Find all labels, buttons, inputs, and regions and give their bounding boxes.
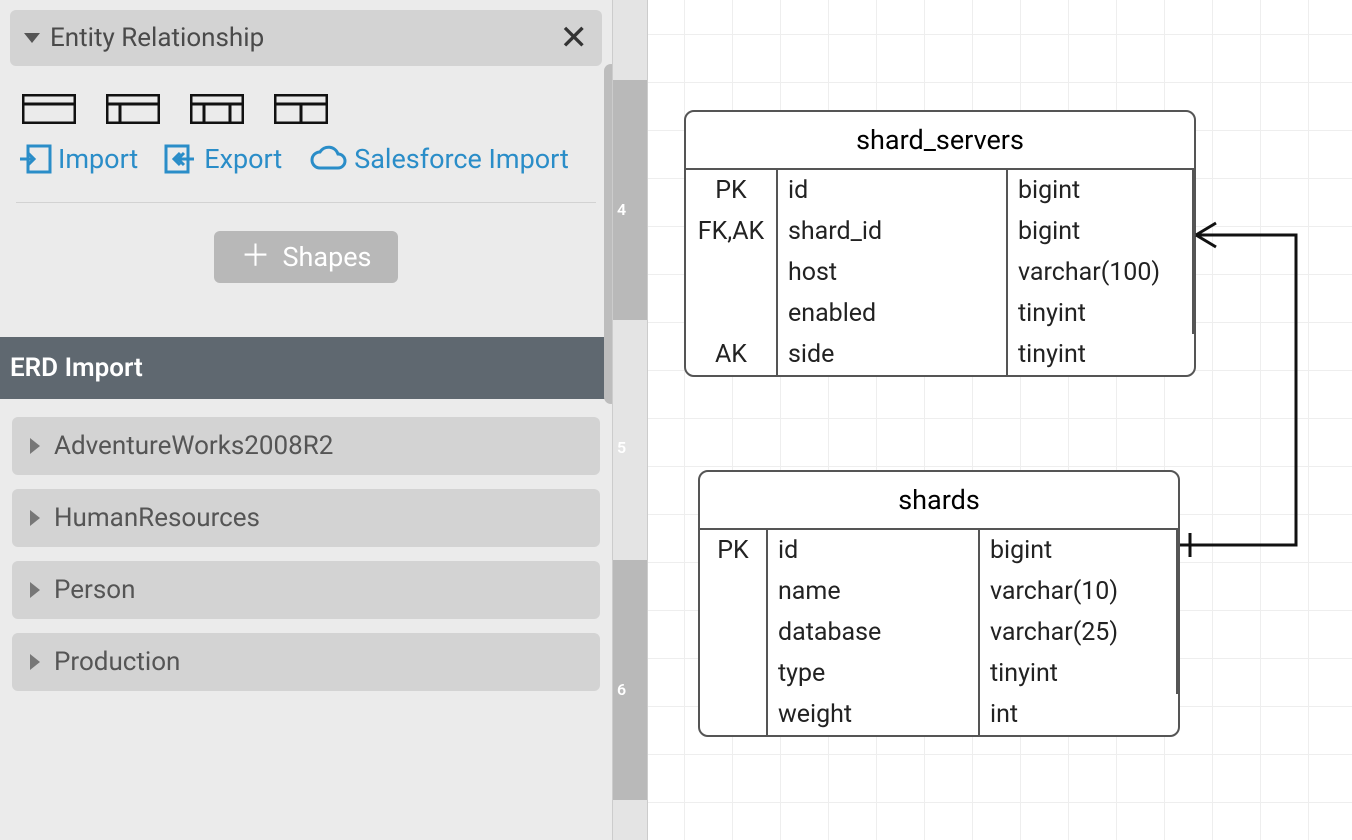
- tree-label: Production: [54, 647, 180, 677]
- tree-label: AdventureWorks2008R2: [54, 431, 333, 461]
- col-cell: name: [768, 571, 980, 612]
- cloud-icon: [308, 144, 348, 174]
- import-button[interactable]: Import: [18, 142, 138, 176]
- panel-title: Entity Relationship: [50, 23, 560, 53]
- import-icon: [18, 142, 52, 176]
- ruler-tick: 6: [617, 680, 626, 699]
- tree-label: HumanResources: [54, 503, 260, 533]
- close-icon[interactable]: ✕: [560, 21, 589, 55]
- key-cell: [686, 252, 778, 293]
- type-cell: tinyint: [1008, 293, 1194, 334]
- tree-item[interactable]: Production: [12, 633, 600, 691]
- relationship-connector: [1176, 220, 1316, 560]
- tree-item[interactable]: AdventureWorks2008R2: [12, 417, 600, 475]
- vertical-ruler: 4 5 6: [612, 0, 648, 840]
- key-cell: FK,AK: [686, 211, 778, 252]
- salesforce-label: Salesforce Import: [354, 143, 569, 175]
- tree-item[interactable]: HumanResources: [12, 489, 600, 547]
- entity-shard-servers[interactable]: shard_servers PKidbigint FK,AKshard_idbi…: [684, 110, 1196, 377]
- entity-shape-4[interactable]: [274, 94, 328, 124]
- ruler-tick: 4: [617, 200, 626, 219]
- chevron-right-icon: [30, 438, 40, 454]
- export-icon: [164, 142, 198, 176]
- col-cell: host: [778, 252, 1008, 293]
- panel-header[interactable]: Entity Relationship ✕: [10, 10, 602, 66]
- key-cell: [700, 571, 768, 612]
- canvas[interactable]: shard_servers PKidbigint FK,AKshard_idbi…: [648, 0, 1352, 840]
- shape-palette: [0, 66, 612, 134]
- key-cell: [700, 612, 768, 653]
- chevron-right-icon: [30, 654, 40, 670]
- chevron-down-icon: [24, 33, 40, 43]
- key-cell: AK: [686, 334, 778, 375]
- key-cell: [686, 293, 778, 334]
- col-cell: id: [778, 170, 1008, 211]
- type-cell: varchar(100): [1008, 252, 1194, 293]
- entity-shape-1[interactable]: [22, 94, 76, 124]
- type-cell: varchar(25): [980, 612, 1178, 653]
- sidebar: Entity Relationship ✕ Import Export Sale…: [0, 0, 612, 840]
- shapes-button-label: Shapes: [282, 241, 371, 273]
- entity-shards[interactable]: shards PKidbigint namevarchar(10) databa…: [698, 470, 1180, 737]
- ruler-tick: 5: [617, 438, 626, 457]
- tree-label: Person: [54, 575, 135, 605]
- key-cell: [700, 653, 768, 694]
- key-cell: PK: [700, 530, 768, 571]
- export-label: Export: [204, 143, 282, 175]
- entity-shape-3[interactable]: [190, 94, 244, 124]
- entity-name: shards: [700, 472, 1178, 530]
- divider: [16, 202, 596, 203]
- key-cell: [700, 694, 768, 735]
- entity-name: shard_servers: [686, 112, 1194, 170]
- col-cell: enabled: [778, 293, 1008, 334]
- erd-import-title: ERD Import: [0, 337, 612, 399]
- col-cell: side: [778, 334, 1008, 375]
- export-button[interactable]: Export: [164, 142, 282, 176]
- entity-shape-2[interactable]: [106, 94, 160, 124]
- col-cell: type: [768, 653, 980, 694]
- tree-item[interactable]: Person: [12, 561, 600, 619]
- type-cell: bigint: [980, 530, 1178, 571]
- type-cell: bigint: [1008, 170, 1194, 211]
- chevron-right-icon: [30, 582, 40, 598]
- col-cell: weight: [768, 694, 980, 735]
- type-cell: tinyint: [1008, 334, 1194, 375]
- salesforce-import-button[interactable]: Salesforce Import: [308, 143, 569, 175]
- erd-tree: AdventureWorks2008R2 HumanResources Pers…: [0, 399, 612, 691]
- type-cell: tinyint: [980, 653, 1178, 694]
- add-shapes-button[interactable]: ＋ Shapes: [214, 231, 397, 283]
- type-cell: bigint: [1008, 211, 1194, 252]
- plus-icon: ＋: [240, 242, 270, 272]
- col-cell: database: [768, 612, 980, 653]
- type-cell: varchar(10): [980, 571, 1178, 612]
- import-label: Import: [58, 143, 138, 175]
- col-cell: shard_id: [778, 211, 1008, 252]
- chevron-right-icon: [30, 510, 40, 526]
- key-cell: PK: [686, 170, 778, 211]
- col-cell: id: [768, 530, 980, 571]
- type-cell: int: [980, 694, 1178, 735]
